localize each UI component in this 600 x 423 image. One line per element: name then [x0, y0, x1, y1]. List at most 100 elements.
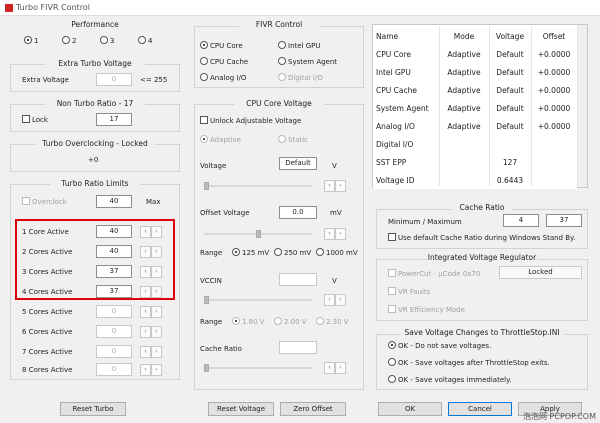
right-arrow-icon[interactable]: › [151, 306, 162, 318]
table-cell: Adaptive [447, 103, 481, 113]
fivr-option-intel-gpu[interactable]: Intel GPU [278, 41, 321, 51]
right-arrow-icon[interactable]: › [335, 362, 346, 374]
vccin-input[interactable] [279, 273, 317, 286]
left-arrow-icon[interactable]: ‹ [324, 362, 335, 374]
reset-voltage-button[interactable]: Reset Voltage [208, 402, 274, 416]
vccin-spinner[interactable]: ‹ › [324, 294, 346, 306]
right-arrow-icon[interactable]: › [335, 294, 346, 306]
cache-min-max-label: Minimum / Maximum [388, 218, 462, 226]
table-scrollbar[interactable] [577, 25, 587, 187]
table-row: Voltage ID 0.6443 [373, 171, 577, 189]
core-active-input[interactable]: 0 [96, 325, 132, 338]
cancel-button[interactable]: Cancel [448, 402, 512, 416]
voltage-input[interactable]: Default [279, 157, 317, 170]
cache-ratio-slider[interactable] [204, 364, 312, 372]
table-cell [489, 135, 531, 153]
right-arrow-icon[interactable]: › [335, 180, 346, 192]
right-arrow-icon[interactable]: › [151, 346, 162, 358]
right-arrow-icon[interactable]: › [151, 326, 162, 338]
left-arrow-icon[interactable]: ‹ [140, 326, 151, 338]
right-arrow-icon[interactable]: › [151, 364, 162, 376]
right-arrow-icon[interactable]: › [335, 228, 346, 240]
performance-option-2[interactable]: 2 [62, 36, 76, 46]
fivr-option-analog-io[interactable]: Analog I/O [200, 73, 246, 83]
core-active-spinner[interactable]: ‹ › [140, 346, 162, 358]
zero-offset-button[interactable]: Zero Offset [280, 402, 346, 416]
voltage-spinner[interactable]: ‹ › [324, 180, 346, 192]
table-cell [439, 135, 489, 153]
left-arrow-icon[interactable]: ‹ [140, 364, 151, 376]
table-cell: Default [496, 121, 524, 131]
vr-efficiency-checkbox[interactable]: VR Efficiency Mode [388, 305, 465, 315]
core-active-spinner[interactable]: ‹ › [140, 364, 162, 376]
fivr-option-system-agent[interactable]: System Agent [278, 57, 337, 67]
vccin-range-180-radio[interactable]: 1.80 V [232, 317, 265, 327]
core-active-spinner[interactable]: ‹ › [140, 326, 162, 338]
core-active-input[interactable]: 0 [96, 345, 132, 358]
radio-icon [274, 248, 282, 256]
fivr-option-digital-io[interactable]: Digital I/O [278, 73, 323, 83]
core-active-input[interactable]: 0 [96, 305, 132, 318]
reset-turbo-button[interactable]: Reset Turbo [60, 402, 126, 416]
save-option-exit[interactable]: OK - Save voltages after ThrottleStop ex… [388, 358, 550, 368]
save-option-immediate[interactable]: OK - Save voltages immediately. [388, 375, 511, 385]
vccin-range-200-radio[interactable]: 2.00 V [274, 317, 307, 327]
offset-voltage-spinner[interactable]: ‹ › [324, 228, 346, 240]
vccin-range-230-radio[interactable]: 2.30 V [316, 317, 349, 327]
core-active-input[interactable]: 0 [96, 363, 132, 376]
table-cell: Adaptive [447, 49, 481, 59]
slider-thumb[interactable] [204, 296, 209, 304]
range-1000-radio[interactable]: 1000 mV [316, 248, 358, 258]
table-cell: Adaptive [447, 85, 481, 95]
radio-icon [316, 317, 324, 325]
slider-track [204, 185, 312, 187]
core-active-spinner[interactable]: ‹ › [140, 306, 162, 318]
powercut-checkbox[interactable]: PowerCut - µCode 0x70 [388, 269, 480, 279]
performance-option-1[interactable]: 1 [24, 36, 38, 46]
overclock-checkbox[interactable]: Overclock [22, 197, 67, 207]
extra-voltage-input[interactable]: 0 [96, 73, 132, 86]
vccin-slider[interactable] [204, 296, 312, 304]
slider-thumb[interactable] [204, 182, 209, 190]
range-125-radio[interactable]: 125 mV [232, 248, 269, 258]
fivr-option-cpu-core[interactable]: CPU Core [200, 41, 243, 51]
cache-max-input[interactable]: 37 [546, 214, 582, 227]
slider-thumb[interactable] [256, 230, 261, 238]
offset-voltage-slider[interactable] [204, 230, 312, 238]
cache-ratio-spinner[interactable]: ‹ › [324, 362, 346, 374]
ok-button[interactable]: OK [378, 402, 442, 416]
left-arrow-icon[interactable]: ‹ [140, 306, 151, 318]
offset-voltage-input[interactable]: 0.0 [279, 206, 317, 219]
unlock-voltage-checkbox[interactable]: Unlock Adjustable Voltage [200, 116, 301, 126]
left-arrow-icon[interactable]: ‹ [324, 294, 335, 306]
performance-option-3[interactable]: 3 [100, 36, 114, 46]
voltage-slider[interactable] [204, 182, 312, 190]
checkbox-icon [388, 233, 396, 241]
range-250-radio[interactable]: 250 mV [274, 248, 311, 258]
save-option-none[interactable]: OK - Do not save voltages. [388, 341, 491, 351]
cache-ratio-input[interactable] [279, 341, 317, 354]
turbo-oc-title: Turbo Overclocking - Locked [35, 139, 155, 148]
left-arrow-icon[interactable]: ‹ [324, 180, 335, 192]
table-cell: System Agent [376, 103, 429, 113]
slider-track [204, 299, 312, 301]
vccin-unit: V [332, 277, 337, 285]
left-arrow-icon[interactable]: ‹ [140, 346, 151, 358]
table-cell: Voltage ID [376, 175, 415, 185]
overclock-ratio-input[interactable]: 40 [96, 195, 132, 208]
left-arrow-icon[interactable]: ‹ [324, 228, 335, 240]
window-title: Turbo FIVR Control [16, 3, 90, 12]
non-turbo-ratio-input[interactable]: 17 [96, 113, 132, 126]
lock-checkbox[interactable]: Lock [22, 115, 48, 125]
cache-ratio-title: Cache Ratio [452, 203, 512, 212]
fivr-option-cpu-cache[interactable]: CPU Cache [200, 57, 248, 67]
static-radio[interactable]: Static [278, 135, 308, 145]
adaptive-radio[interactable]: Adaptive [200, 135, 241, 145]
cache-min-input[interactable]: 4 [503, 214, 539, 227]
table-cell: +0.0000 [537, 103, 571, 113]
table-header-row: Name Mode Voltage Offset [373, 27, 577, 45]
standby-cache-checkbox[interactable]: Use default Cache Ratio during Windows S… [388, 233, 575, 243]
performance-option-4[interactable]: 4 [138, 36, 152, 46]
slider-thumb[interactable] [204, 364, 209, 372]
vr-faults-checkbox[interactable]: VR Faults [388, 287, 430, 297]
